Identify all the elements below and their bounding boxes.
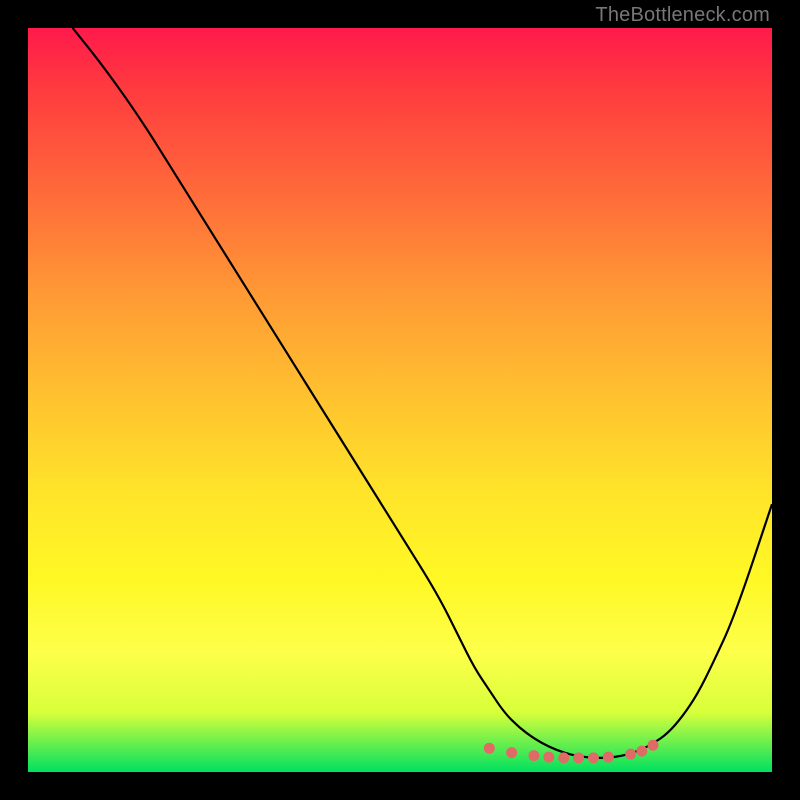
- marker-dot: [528, 750, 539, 761]
- marker-dot: [636, 746, 647, 757]
- plot-area: [28, 28, 772, 772]
- dots-layer: [28, 28, 772, 772]
- marker-dot: [588, 752, 599, 763]
- marker-dot: [625, 749, 636, 760]
- marker-dot: [647, 740, 658, 751]
- chart-frame: TheBottleneck.com: [0, 0, 800, 800]
- marker-dot: [573, 752, 584, 763]
- marker-dot: [558, 752, 569, 763]
- marker-dot: [543, 752, 554, 763]
- marker-dot: [603, 752, 614, 763]
- marker-dot: [484, 743, 495, 754]
- watermark-text: TheBottleneck.com: [595, 4, 770, 27]
- marker-dot: [506, 747, 517, 758]
